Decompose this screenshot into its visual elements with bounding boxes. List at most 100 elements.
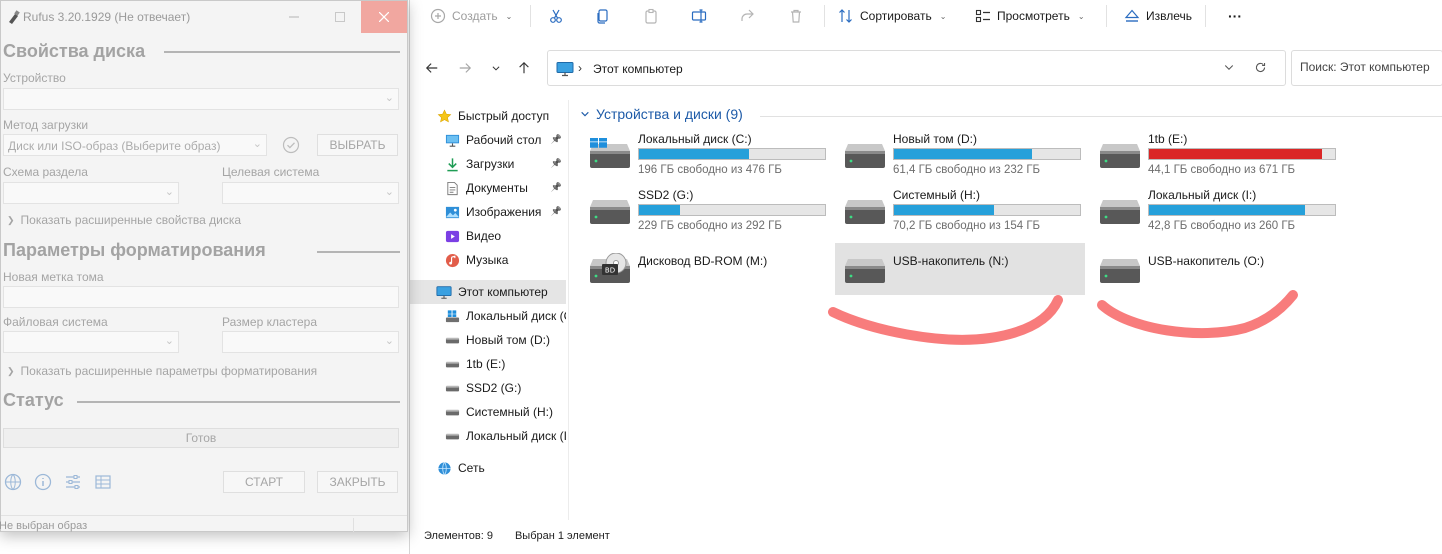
start-button[interactable]: СТАРТ — [223, 471, 305, 493]
minimize-icon — [289, 16, 299, 18]
drive-icon — [843, 253, 887, 287]
create-button[interactable]: Создать ⌄ — [430, 2, 512, 30]
drive-tile[interactable]: Локальный диск (C:) 196 ГБ свободно из 47… — [580, 128, 830, 180]
eject-button[interactable]: Извлечь — [1124, 2, 1192, 30]
rufus-titlebar[interactable]: Rufus 3.20.1929 (Не отвечает) — [1, 1, 407, 33]
close-dialog-button[interactable]: ЗАКРЫТЬ — [317, 471, 398, 493]
drive-usage-bar — [638, 204, 826, 216]
drive-tile[interactable]: Системный (H:) 70,2 ГБ свободно из 154 ГБ — [835, 184, 1085, 236]
sidebar-item[interactable]: Музыка — [410, 248, 566, 272]
boot-method-select[interactable]: Диск или ISO-образ (Выберите образ) ⌄ — [3, 134, 267, 156]
chevron-down-icon: ⌄ — [252, 138, 262, 150]
drive-tile[interactable]: 1tb (E:) 44,1 ГБ свободно из 671 ГБ — [1090, 128, 1340, 180]
close-button[interactable] — [361, 1, 407, 33]
search-box[interactable] — [1291, 50, 1442, 86]
advanced-drive-toggle[interactable]: ❯ Показать расширенные свойства диска — [7, 213, 241, 227]
pin-icon: 📌 — [550, 182, 562, 192]
more-options-button[interactable]: ··· — [1228, 2, 1242, 30]
arrow-left-icon — [425, 63, 438, 73]
recent-locations-button[interactable] — [488, 60, 504, 76]
sidebar-item[interactable]: Видео — [410, 224, 566, 248]
sidebar-item[interactable]: Сеть — [410, 456, 566, 480]
drive-icon — [1098, 138, 1142, 172]
more-label: ··· — [1228, 8, 1242, 24]
forward-button[interactable] — [457, 60, 473, 76]
chevron-down-icon — [492, 66, 500, 71]
bd-rom-icon: BD — [588, 252, 632, 287]
settings-sliders-icon[interactable] — [64, 473, 82, 491]
create-label: Создать — [452, 9, 498, 23]
sidebar-item[interactable]: Локальный диск (C — [410, 304, 566, 328]
drive-free-space: 61,4 ГБ свободно из 232 ГБ — [893, 164, 1041, 176]
sidebar-item[interactable]: Локальный диск (I — [410, 424, 566, 448]
check-circle-icon[interactable] — [282, 136, 300, 157]
filesystem-select[interactable]: ⌄ — [3, 331, 179, 353]
maximize-button[interactable] — [317, 1, 363, 33]
rename-button[interactable] — [691, 2, 707, 30]
copy-button[interactable] — [595, 2, 611, 30]
chevron-down-icon: ⌄ — [384, 186, 394, 198]
status-divider — [353, 518, 354, 532]
minimize-button[interactable] — [271, 1, 317, 33]
drive-tile[interactable]: Локальный диск (I:) 42,8 ГБ свободно из 2… — [1090, 184, 1340, 236]
trash-icon — [788, 8, 804, 24]
cut-button[interactable] — [548, 2, 564, 30]
search-input[interactable] — [1300, 60, 1440, 74]
drive-icon — [1098, 194, 1142, 228]
sidebar-item[interactable]: Документы 📌 — [410, 176, 566, 200]
back-button[interactable] — [424, 60, 440, 76]
sidebar-item[interactable]: Быстрый доступ — [410, 104, 566, 128]
up-button[interactable] — [516, 60, 532, 76]
sidebar-item-label: 1tb (E:) — [466, 357, 506, 371]
log-icon[interactable] — [94, 473, 112, 491]
navigation-row: › Этот компьютер — [410, 50, 1442, 86]
drive-tile[interactable]: BD Дисковод BD-ROM (M:) — [580, 243, 830, 295]
drive-name: Системный (H:) — [893, 188, 980, 202]
drive-tile[interactable]: USB-накопитель (N:) — [835, 243, 1085, 295]
device-select[interactable]: ⌄ — [3, 88, 399, 110]
sidebar-item[interactable]: Рабочий стол 📌 — [410, 128, 566, 152]
view-button[interactable]: Просмотреть ⌄ — [975, 2, 1085, 30]
cluster-size-label: Размер кластера — [222, 315, 318, 329]
drive-tile[interactable]: Новый том (D:) 61,4 ГБ свободно из 232 ГБ — [835, 128, 1085, 180]
paste-button[interactable] — [643, 2, 659, 30]
delete-button[interactable] — [788, 2, 804, 30]
close-icon — [379, 12, 389, 22]
chevron-down-icon: ⌄ — [1077, 11, 1085, 21]
sort-button[interactable]: Сортировать ⌄ — [838, 2, 946, 30]
devices-group-header[interactable]: Устройства и диски (9) — [580, 106, 743, 122]
partition-scheme-select[interactable]: ⌄ — [3, 182, 179, 204]
sidebar-item[interactable]: SSD2 (G:) — [410, 376, 566, 400]
refresh-button[interactable] — [1254, 61, 1267, 77]
address-dropdown-button[interactable] — [1223, 61, 1235, 76]
globe-icon[interactable] — [4, 473, 22, 491]
sidebar-item-label: Загрузки — [466, 157, 515, 171]
address-bar[interactable]: › Этот компьютер — [547, 50, 1286, 86]
target-system-select[interactable]: ⌄ — [222, 182, 399, 204]
drive-tile[interactable]: USB-накопитель (O:) — [1090, 243, 1340, 295]
drive-icon — [444, 356, 460, 372]
sidebar-item[interactable]: Загрузки 📌 — [410, 152, 566, 176]
sidebar-item[interactable]: Системный (H:) — [410, 400, 566, 424]
breadcrumb-this-pc[interactable]: Этот компьютер — [593, 62, 683, 76]
cluster-size-select[interactable]: ⌄ — [222, 331, 399, 353]
pin-icon: 📌 — [550, 206, 562, 216]
chevron-down-icon: ⌄ — [384, 335, 394, 347]
sidebar-item[interactable]: Изображения 📌 — [410, 200, 566, 224]
sidebar-item-label: Локальный диск (C — [466, 309, 566, 323]
drive-free-space: 44,1 ГБ свободно из 671 ГБ — [1148, 164, 1296, 176]
chevron-down-icon: ⌄ — [505, 11, 513, 21]
sidebar-item[interactable]: Новый том (D:) — [410, 328, 566, 352]
share-button[interactable] — [739, 2, 755, 30]
selection-count: Выбран 1 элемент — [514, 530, 610, 542]
sidebar-item[interactable]: Этот компьютер — [410, 280, 566, 304]
info-icon[interactable] — [34, 473, 52, 491]
drive-usage-bar — [638, 148, 826, 160]
volume-label-input[interactable] — [3, 286, 399, 308]
sort-icon — [838, 8, 854, 24]
drive-usage-fill — [1149, 205, 1306, 215]
drive-tile[interactable]: SSD2 (G:) 229 ГБ свободно из 292 ГБ — [580, 184, 830, 236]
advanced-format-toggle[interactable]: ❯ Показать расширенные параметры формати… — [7, 364, 317, 378]
select-image-button[interactable]: ВЫБРАТЬ — [317, 134, 398, 156]
sidebar-item[interactable]: 1tb (E:) — [410, 352, 566, 376]
